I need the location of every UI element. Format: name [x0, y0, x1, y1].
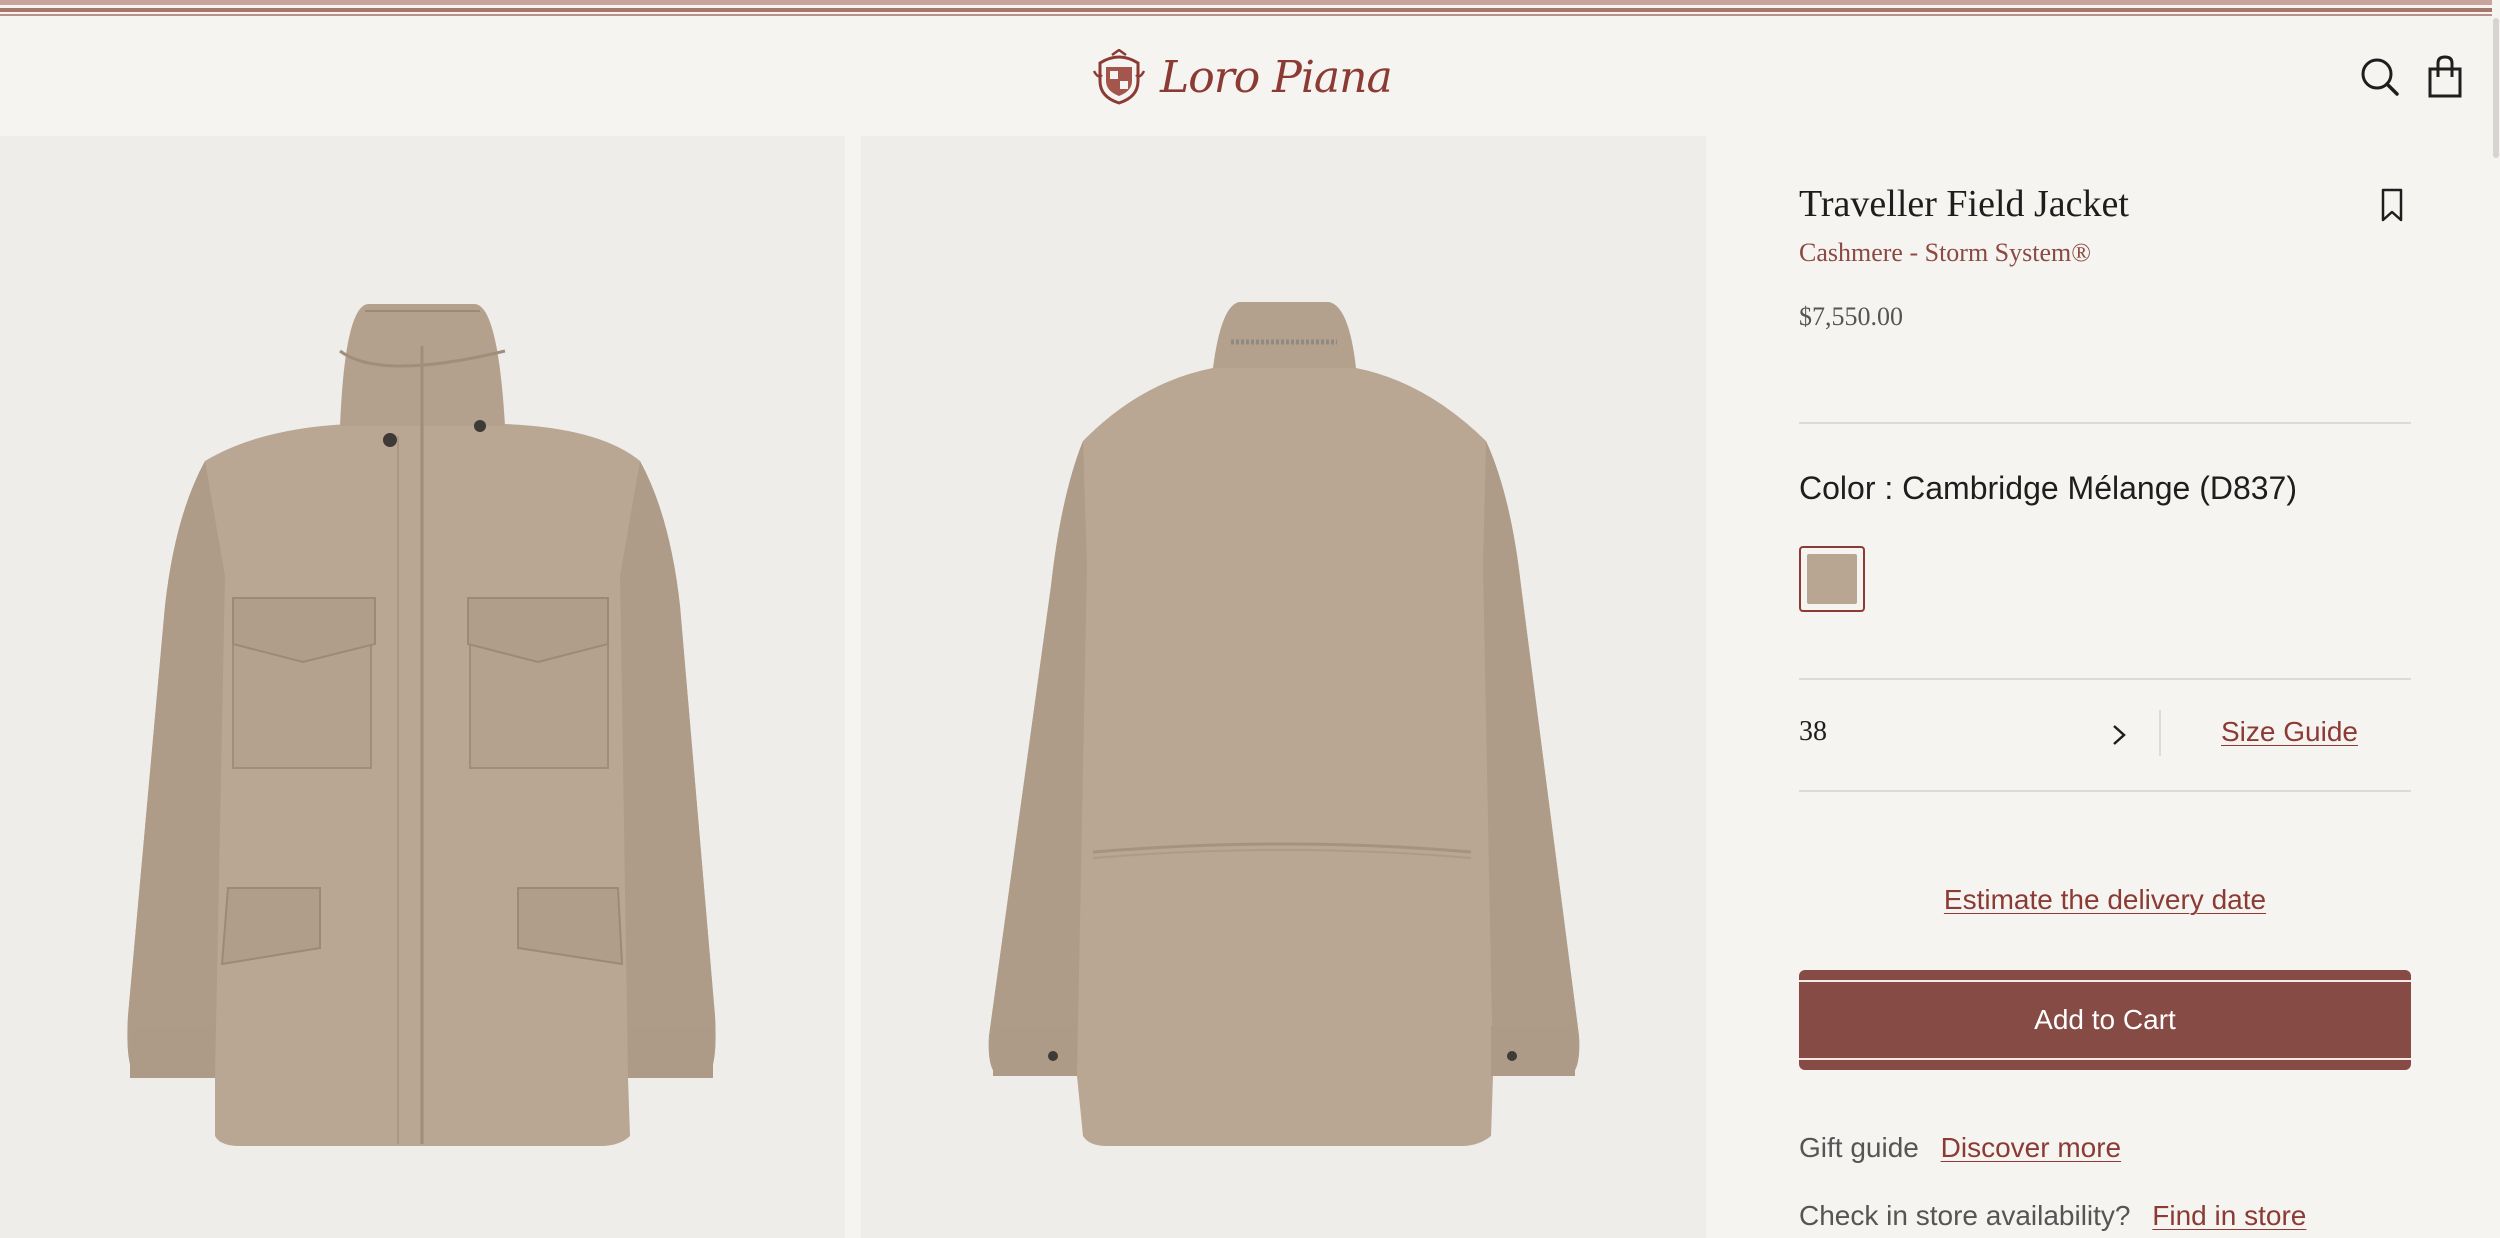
color-label: Color : Cambridge Mélange (D837) — [1799, 470, 2297, 506]
divider — [1799, 422, 2411, 424]
shopping-bag-icon[interactable] — [2420, 52, 2470, 102]
jacket-back-image — [988, 302, 1580, 1146]
gift-guide-text: Gift guide — [1799, 1132, 1919, 1163]
product-price: $7,550.00 — [1799, 302, 1903, 331]
divider — [1799, 790, 2411, 792]
add-to-cart-label: Add to Cart — [2034, 1004, 2176, 1035]
product-title: Traveller Field Jacket — [1799, 183, 2129, 225]
add-to-cart-button[interactable]: Add to Cart — [1799, 970, 2411, 1070]
jacket-front-image — [127, 304, 716, 1146]
find-in-store-link[interactable]: Find in store — [2152, 1200, 2306, 1231]
gallery-image-back[interactable] — [861, 136, 1706, 1238]
chevron-right-icon[interactable] — [2107, 720, 2131, 750]
bookmark-icon[interactable] — [2377, 186, 2407, 226]
product-gallery — [0, 136, 1706, 1238]
vertical-divider — [2159, 710, 2161, 756]
site-header: Loro Piana — [0, 18, 2500, 136]
brand-wordmark: Loro Piana — [1160, 51, 1393, 103]
product-material: Cashmere - Storm System® — [1799, 238, 2092, 267]
estimate-delivery-link[interactable]: Estimate the delivery date — [1944, 884, 2266, 915]
size-selector[interactable]: 38 — [1799, 716, 1827, 748]
size-guide-link[interactable]: Size Guide — [2221, 716, 2358, 748]
top-stripe-band — [0, 0, 2500, 18]
store-availability-row: Check in store availability? Find in sto… — [1799, 1200, 2306, 1232]
discover-more-link[interactable]: Discover more — [1941, 1132, 2121, 1163]
gift-guide-row: Gift guide Discover more — [1799, 1132, 2121, 1164]
scrollbar-thumb[interactable] — [2493, 18, 2499, 158]
store-availability-text: Check in store availability? — [1799, 1200, 2131, 1231]
page-scrollbar[interactable] — [2492, 0, 2500, 1238]
search-icon[interactable] — [2355, 52, 2405, 102]
color-swatch-selected[interactable] — [1799, 546, 1865, 612]
crest-logo-icon — [1092, 49, 1146, 105]
brand-logo[interactable]: Loro Piana — [1092, 42, 1393, 112]
divider — [1799, 678, 2411, 680]
gallery-image-front[interactable] — [0, 136, 845, 1238]
swatch-fill — [1807, 554, 1857, 604]
